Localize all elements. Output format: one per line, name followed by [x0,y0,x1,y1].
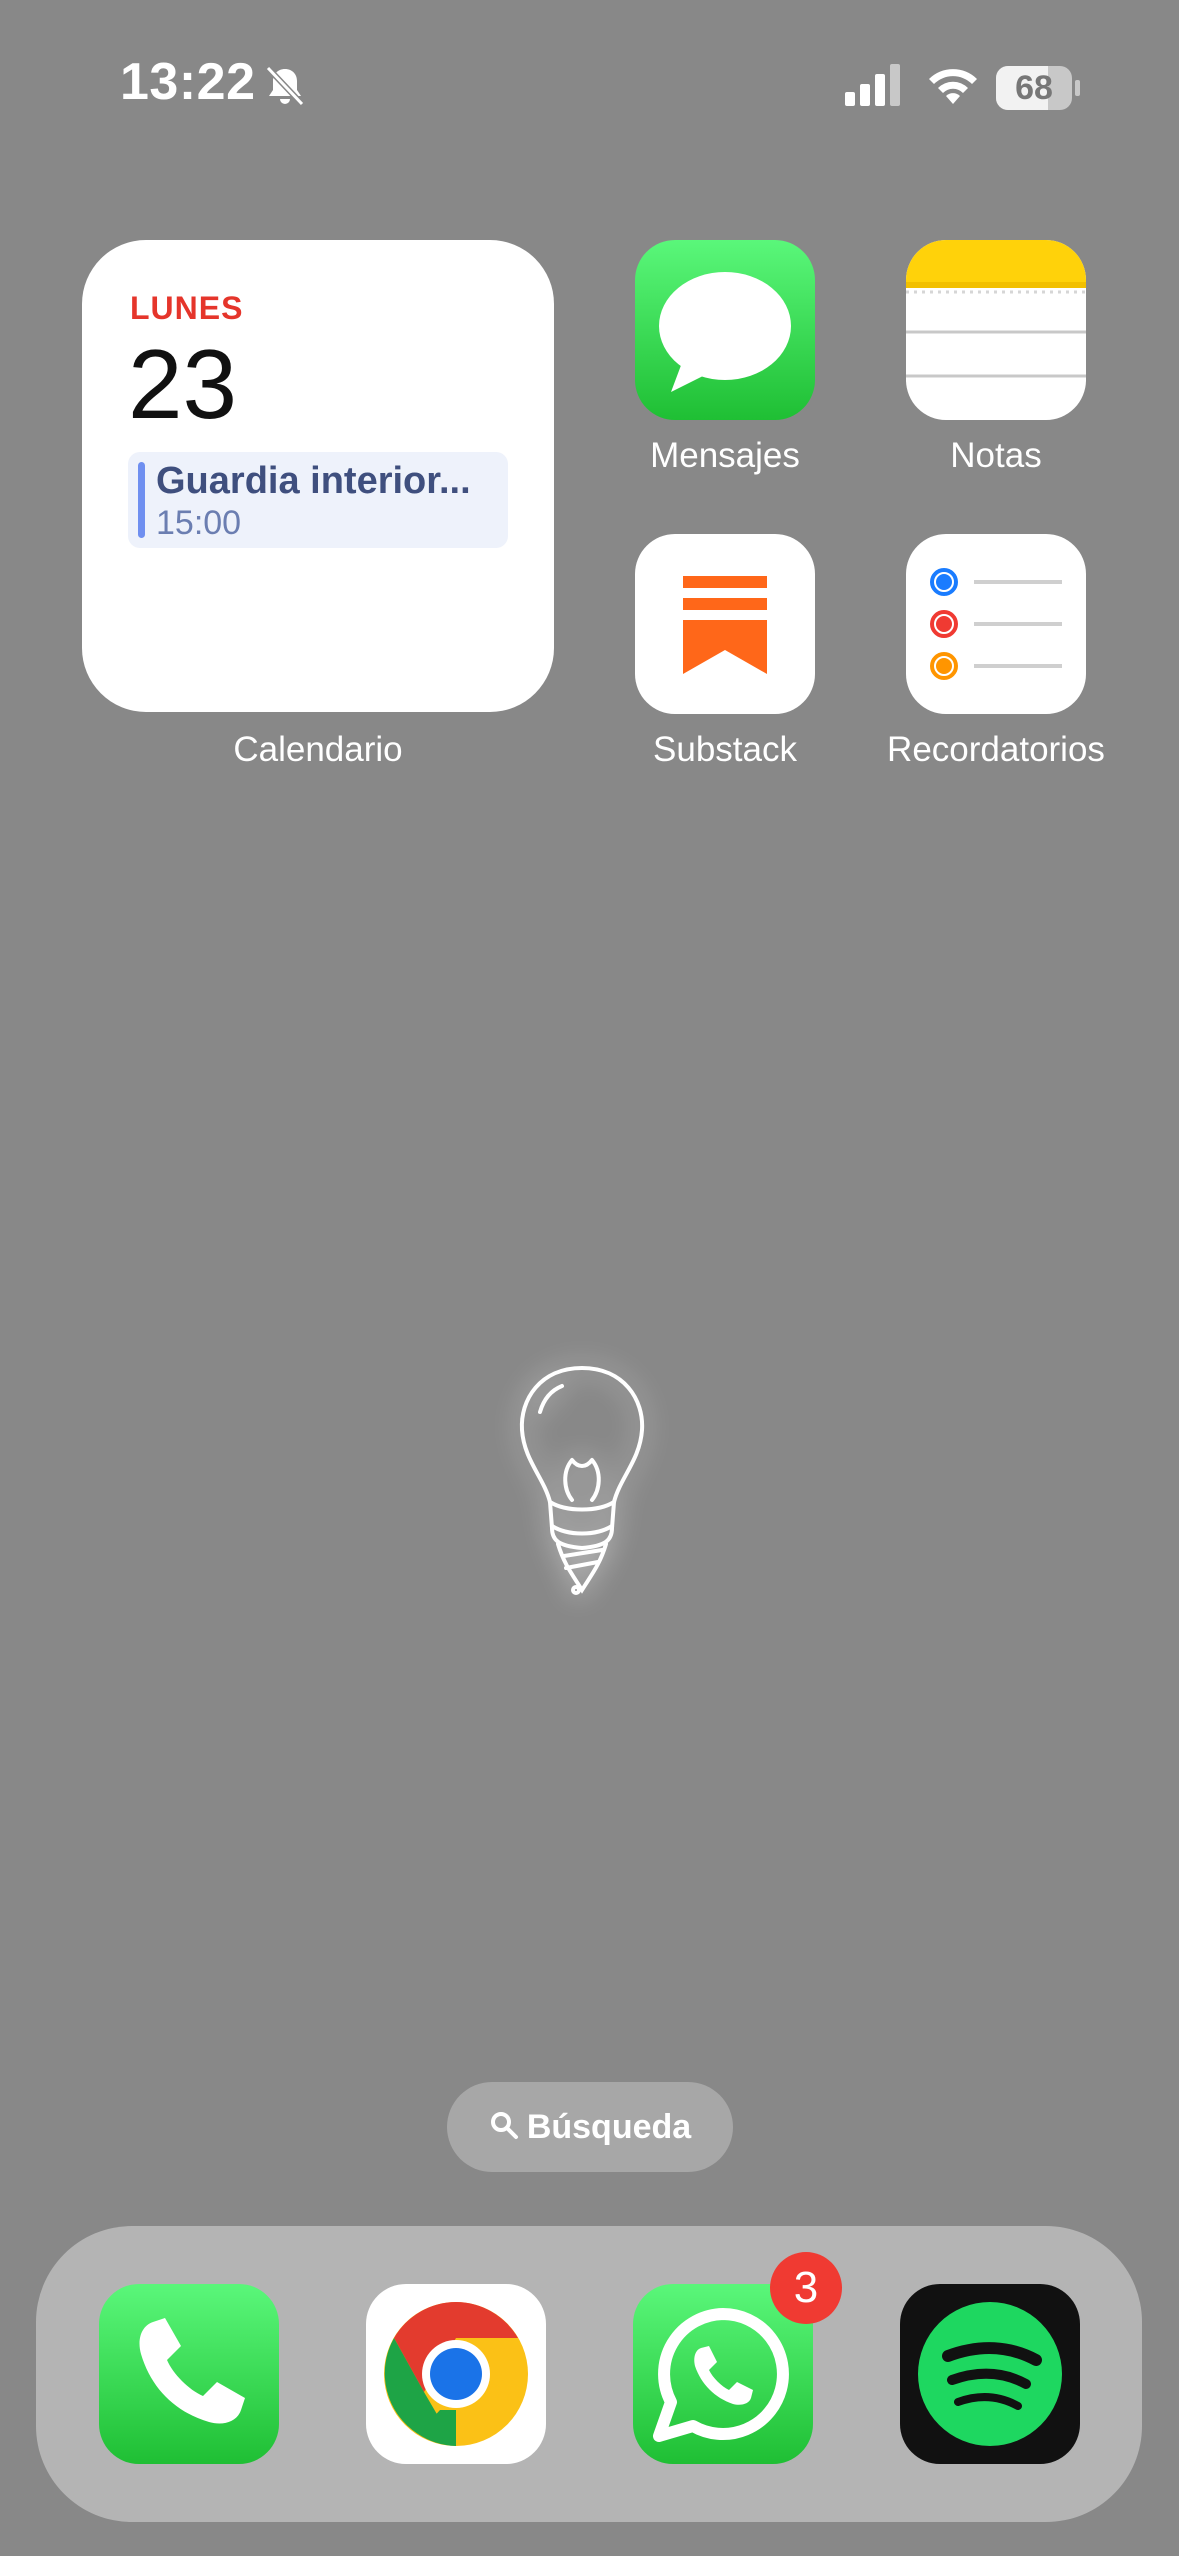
spotify-app-icon[interactable] [900,2284,1080,2464]
event-time: 15:00 [156,504,242,542]
battery-icon: 68 [996,66,1080,110]
calendar-event[interactable]: Guardia interior... 15:00 [128,452,508,548]
search-pill[interactable]: Búsqueda [447,2082,733,2172]
status-time: 13:22 [120,53,256,111]
battery-level: 68 [1015,69,1053,107]
search-text: Búsqueda [526,2108,692,2146]
notification-badge: 3 [770,2252,842,2324]
event-color-bar [138,462,145,538]
spotify-logo-icon [918,2302,1062,2446]
reminders-label: Recordatorios [887,730,1105,769]
calendar-date: 23 [128,329,238,439]
substack-label: Substack [653,730,797,769]
substack-app-icon[interactable] [635,534,815,714]
lightbulb-icon [519,1365,645,1595]
calendar-widget[interactable]: LUNES 23 Guardia interior... 15:00 [82,240,554,712]
chrome-app-icon[interactable] [366,2284,546,2464]
magnifier-icon [489,2084,519,2174]
wifi-icon [929,69,977,104]
notes-label: Notas [950,436,1042,475]
chrome-logo-icon [384,2302,528,2446]
bell-slash-icon [265,65,305,107]
notes-app-icon[interactable] [906,240,1086,420]
calendar-day: LUNES [130,290,244,326]
phone-handset-icon [139,2318,245,2424]
phone-app-icon[interactable] [99,2284,279,2464]
cellular-signal-icon [845,64,900,106]
messages-label: Mensajes [650,436,800,475]
speech-bubble-icon [659,272,791,392]
reminders-app-icon[interactable] [906,534,1086,714]
substack-logo-icon [683,576,767,674]
reminders-list-icon [930,568,1062,680]
messages-app-icon[interactable] [635,240,815,420]
notepad-icon [906,240,1086,378]
event-title: Guardia interior... [156,460,471,502]
calendar-label: Calendario [233,730,403,769]
search-label: Búsqueda [447,2082,733,2172]
